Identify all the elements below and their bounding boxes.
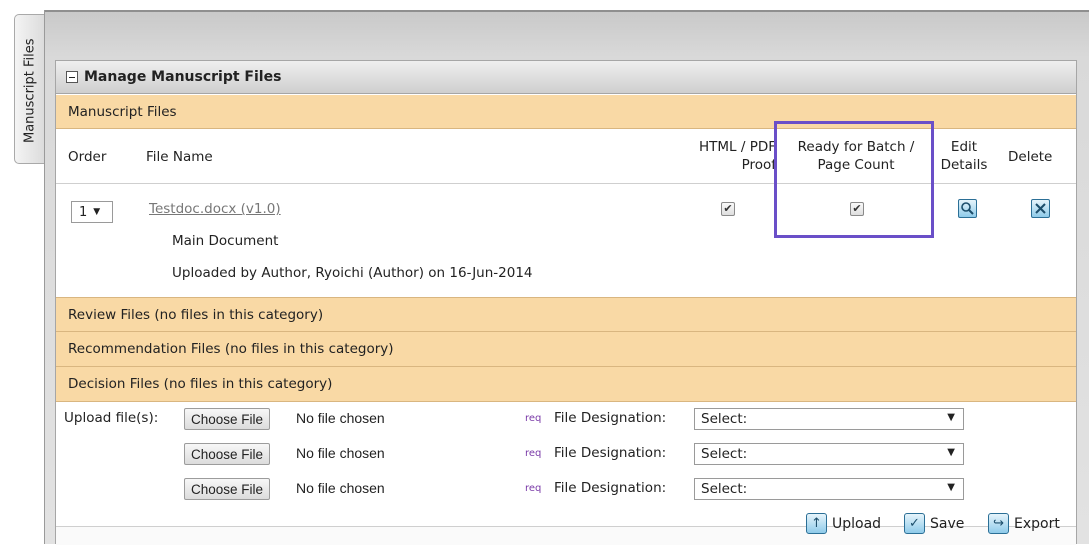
required-marker-1: req bbox=[525, 413, 542, 424]
header-html-pdf-line2: Proof bbox=[741, 157, 776, 173]
decision-files-band[interactable]: Decision Files (no files in this categor… bbox=[56, 367, 1076, 402]
order-value: 1 bbox=[79, 204, 88, 220]
choose-file-button-3[interactable]: Choose File bbox=[184, 478, 271, 500]
header-order: Order bbox=[68, 149, 107, 165]
file-designation-label-2: File Designation: bbox=[554, 445, 667, 461]
magnifier-icon bbox=[961, 202, 974, 215]
file-type: Main Document bbox=[172, 233, 279, 249]
panel-header[interactable]: Manage Manuscript Files bbox=[56, 61, 1076, 94]
required-marker-2: req bbox=[525, 448, 542, 459]
chevron-down-icon: ▼ bbox=[947, 482, 955, 493]
side-tab-label: Manuscript Files bbox=[22, 38, 38, 144]
file-designation-value-1: Select: bbox=[701, 411, 748, 427]
collapse-icon[interactable] bbox=[66, 71, 78, 83]
header-html-pdf-line1: HTML / PDF bbox=[699, 139, 776, 155]
review-files-label: Review Files (no files in this category) bbox=[68, 306, 324, 323]
file-name-link[interactable]: Testdoc.docx (v1.0) bbox=[149, 201, 281, 217]
choose-file-button-1[interactable]: Choose File bbox=[184, 408, 271, 430]
file-designation-select-3[interactable]: Select: ▼ bbox=[694, 478, 964, 500]
export-button-label: Export bbox=[1014, 515, 1060, 532]
header-edit-details: Edit Details bbox=[936, 138, 992, 174]
file-designation-label-3: File Designation: bbox=[554, 480, 667, 496]
save-button-label: Save bbox=[930, 515, 965, 532]
delete-button[interactable] bbox=[1031, 199, 1050, 218]
file-status-3: No file chosen bbox=[296, 480, 385, 496]
ready-for-batch-highlight bbox=[774, 121, 934, 238]
header-html-pdf-proof: HTML / PDF Proof bbox=[678, 138, 776, 174]
chevron-down-icon: ▼ bbox=[93, 207, 101, 217]
save-button[interactable]: ✓ Save bbox=[904, 513, 964, 534]
file-designation-label-1: File Designation: bbox=[554, 410, 667, 426]
chevron-down-icon: ▼ bbox=[947, 447, 955, 458]
html-pdf-proof-checkbox[interactable]: ✔ bbox=[721, 202, 735, 216]
upload-label: Upload file(s): bbox=[64, 410, 159, 426]
file-designation-select-2[interactable]: Select: ▼ bbox=[694, 443, 964, 465]
file-designation-value-2: Select: bbox=[701, 446, 748, 462]
file-designation-value-3: Select: bbox=[701, 481, 748, 497]
recommendation-files-label: Recommendation Files (no files in this c… bbox=[68, 341, 394, 357]
manuscript-files-side-tab[interactable]: Manuscript Files bbox=[14, 14, 44, 164]
arrow-up-icon: ↑ bbox=[806, 513, 827, 534]
file-status-2: No file chosen bbox=[296, 445, 385, 461]
upload-info: Uploaded by Author, Ryoichi (Author) on … bbox=[172, 265, 533, 281]
close-icon bbox=[1035, 203, 1046, 214]
file-designation-select-1[interactable]: Select: ▼ bbox=[694, 408, 964, 430]
action-footer: ↑ Upload ✓ Save ↪ Export bbox=[56, 513, 1076, 545]
export-arrow-icon: ↪ bbox=[988, 513, 1009, 534]
upload-area: Upload file(s): Choose File No file chos… bbox=[56, 406, 1076, 526]
required-marker-3: req bbox=[525, 483, 542, 494]
header-delete: Delete bbox=[1008, 149, 1053, 165]
file-status-1: No file chosen bbox=[296, 410, 385, 426]
edit-details-button[interactable] bbox=[958, 199, 977, 218]
decision-files-label: Decision Files (no files in this categor… bbox=[68, 376, 333, 392]
header-edit-line2: Details bbox=[940, 157, 988, 173]
checkmark-icon: ✓ bbox=[904, 513, 925, 534]
upload-button[interactable]: ↑ Upload bbox=[806, 513, 881, 534]
chevron-down-icon: ▼ bbox=[947, 412, 955, 423]
header-file-name: File Name bbox=[146, 149, 213, 165]
upload-button-label: Upload bbox=[832, 515, 882, 532]
section-title: Manuscript Files bbox=[68, 103, 177, 120]
export-button[interactable]: ↪ Export bbox=[988, 513, 1060, 534]
header-edit-line1: Edit bbox=[950, 139, 978, 155]
review-files-band[interactable]: Review Files (no files in this category) bbox=[56, 297, 1076, 332]
order-select[interactable]: 1 ▼ bbox=[71, 201, 113, 223]
manage-manuscript-files-panel: Manage Manuscript Files Manuscript Files… bbox=[55, 60, 1077, 545]
choose-file-button-2[interactable]: Choose File bbox=[184, 443, 271, 465]
recommendation-files-band[interactable]: Recommendation Files (no files in this c… bbox=[56, 332, 1076, 367]
panel-title: Manage Manuscript Files bbox=[84, 69, 282, 85]
